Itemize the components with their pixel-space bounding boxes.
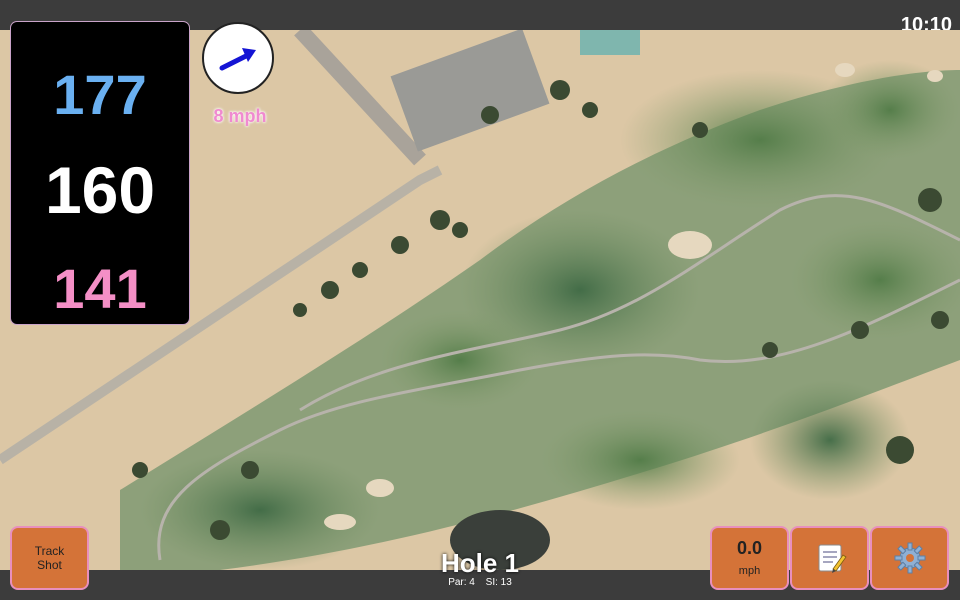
hole-stroke-index: SI: 13 bbox=[485, 577, 512, 588]
notepad-icon bbox=[818, 544, 847, 573]
back-yardage: 177 bbox=[53, 63, 147, 126]
speed-unit: mph bbox=[738, 565, 761, 577]
wind-indicator bbox=[202, 22, 274, 94]
track-shot-label-line2: Shot bbox=[37, 558, 62, 572]
wind-direction-arrow-icon bbox=[219, 48, 256, 71]
hole-par: Par: 4 bbox=[448, 577, 475, 588]
front-yardage: 141 bbox=[53, 257, 147, 320]
track-shot-label-line1: Track bbox=[34, 544, 65, 558]
speed-button[interactable]: 0.0 mph bbox=[712, 528, 787, 588]
hole-title: Hole 1 bbox=[440, 548, 520, 578]
speed-value: 0.0 bbox=[736, 538, 763, 558]
settings-button[interactable] bbox=[872, 528, 947, 588]
hole-info: Par: 4 SI: 13 bbox=[380, 577, 580, 588]
track-shot-button[interactable]: Track Shot bbox=[12, 528, 87, 588]
notes-button[interactable] bbox=[792, 528, 867, 588]
middle-yardage: 160 bbox=[44, 153, 156, 227]
wind-speed: 8 mph bbox=[213, 106, 267, 126]
gear-icon bbox=[894, 542, 925, 574]
yardage-panel: 177 160 141 bbox=[11, 22, 189, 324]
